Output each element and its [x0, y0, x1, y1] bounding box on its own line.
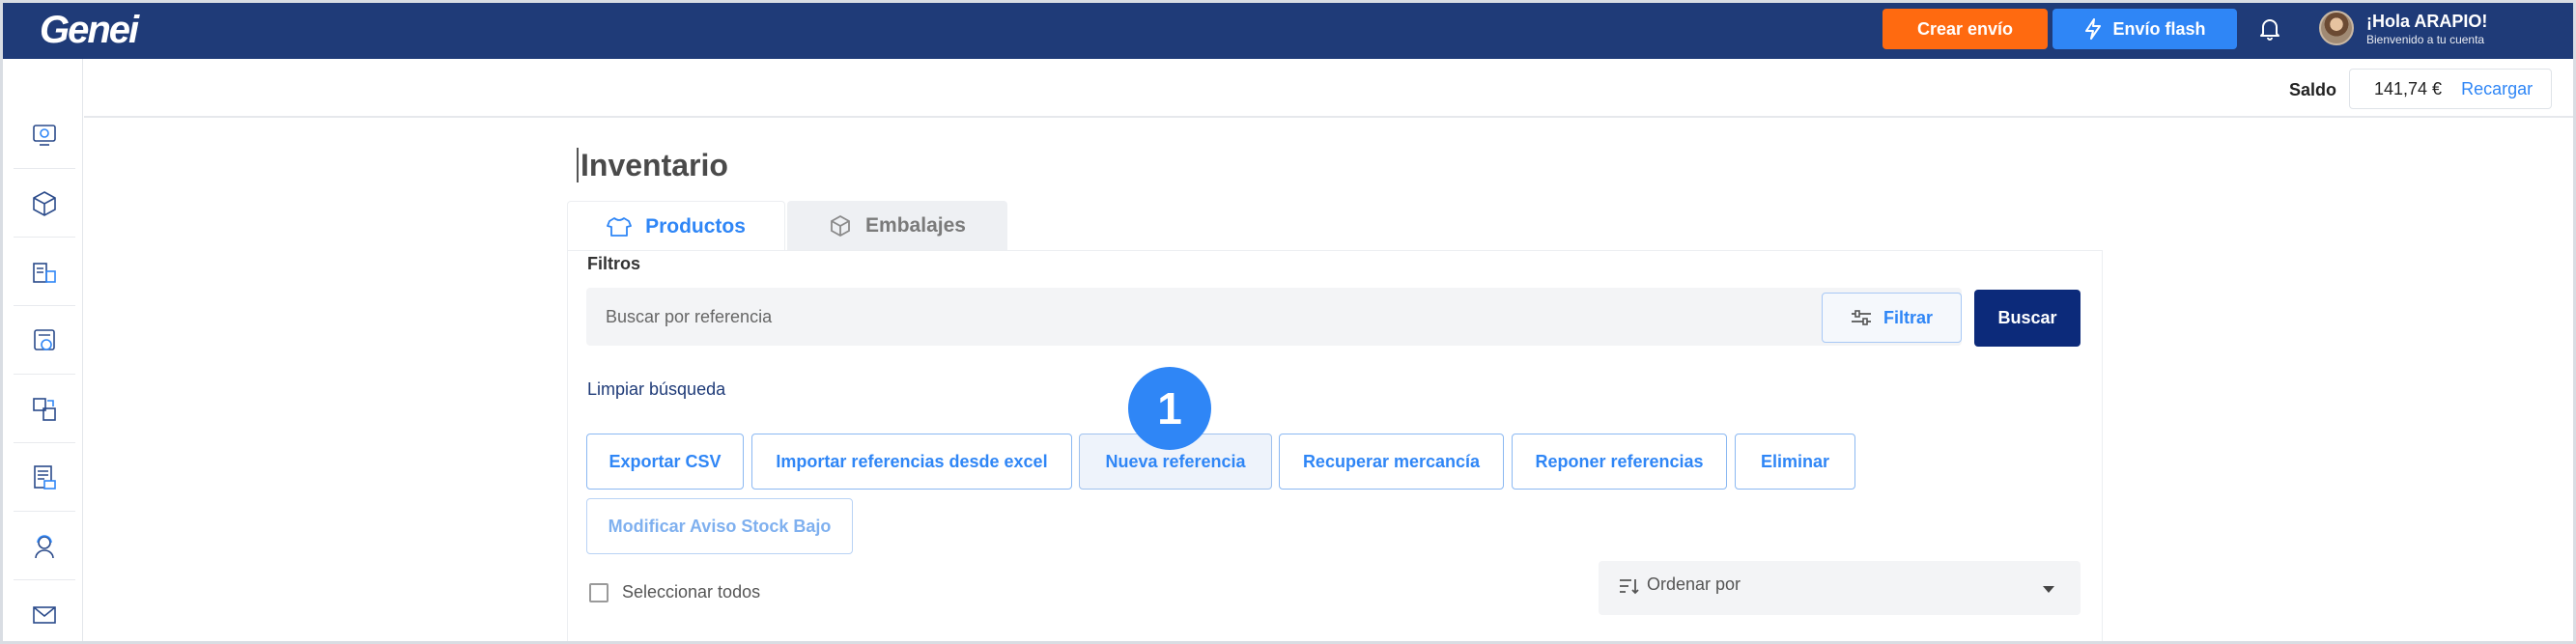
flash-shipment-label: Envío flash — [2112, 18, 2206, 39]
page-title: Inventario — [577, 148, 728, 182]
user-greeting[interactable]: ¡Hola ARAPIO! Bienvenido a tu cuenta — [2366, 11, 2487, 47]
restock-references-button[interactable]: Reponer referencias — [1512, 434, 1727, 490]
mail-icon — [33, 605, 56, 624]
tshirt-icon — [607, 216, 632, 237]
greeting-subtitle: Bienvenido a tu cuenta — [2366, 33, 2485, 46]
modify-low-stock-button[interactable]: Modificar Aviso Stock Bajo — [586, 498, 853, 554]
step-number-badge: 1 — [1128, 367, 1211, 450]
sliders-icon — [1851, 310, 1871, 325]
select-all-label: Seleccionar todos — [622, 582, 761, 602]
flash-shipment-button[interactable]: Envío flash — [2052, 9, 2237, 49]
package-icon — [831, 214, 850, 238]
chevron-down-icon — [2043, 586, 2054, 593]
order-by-label: Ordenar por — [1647, 574, 1741, 594]
greeting-title: ¡Hola ARAPIO! — [2366, 12, 2488, 31]
sidebar-item-tracking[interactable] — [14, 307, 75, 375]
sidebar-item-products[interactable] — [14, 170, 75, 238]
tab-embalajes[interactable]: Embalajes — [787, 201, 1007, 251]
clear-search-link[interactable]: Limpiar búsqueda — [587, 379, 725, 400]
dashboard-icon — [33, 124, 56, 146]
create-shipment-button[interactable]: Crear envío — [1882, 9, 2048, 49]
export-csv-button[interactable]: Exportar CSV — [586, 434, 744, 490]
import-excel-button[interactable]: Importar referencias desde excel — [751, 434, 1072, 490]
tab-productos[interactable]: Productos — [567, 201, 785, 251]
sidebar-item-messages[interactable] — [14, 581, 75, 641]
sidebar-item-invoices[interactable] — [14, 444, 75, 512]
balance-amount: 141,74 € — [2374, 78, 2443, 98]
filters-label: Filtros — [587, 254, 641, 273]
sort-icon — [1620, 579, 1639, 595]
tracking-icon — [34, 328, 55, 350]
search-input[interactable] — [606, 297, 1813, 336]
sidebar-item-support[interactable] — [14, 513, 75, 580]
inventory-icon — [33, 397, 56, 421]
balance-box: 141,74 € Recargar — [2349, 69, 2552, 109]
filter-button-label: Filtrar — [1882, 307, 1933, 327]
genei-logo[interactable]: Genei — [40, 7, 139, 53]
balance-label: Saldo — [2289, 80, 2337, 99]
tab-embalajes-label: Embalajes — [865, 214, 966, 237]
box-icon — [33, 190, 56, 216]
select-all-row[interactable]: Seleccionar todos — [589, 582, 760, 602]
app-frame: Genei Crear envío Envío flash ¡Hola ARAP… — [0, 0, 2576, 644]
sidebar-item-shipments[interactable] — [14, 238, 75, 306]
sidebar — [6, 59, 83, 641]
avatar[interactable] — [2319, 11, 2354, 45]
tab-productos-label: Productos — [645, 214, 746, 238]
sidebar-item-dashboard[interactable] — [14, 101, 75, 169]
recharge-link[interactable]: Recargar — [2461, 79, 2533, 99]
support-agent-icon — [35, 534, 54, 558]
notifications-bell-icon[interactable] — [2255, 14, 2284, 43]
recover-goods-button[interactable]: Recuperar mercancía — [1279, 434, 1504, 490]
balance-bar: Saldo 141,74 € Recargar — [84, 59, 2573, 118]
top-bar: Genei Crear envío Envío flash ¡Hola ARAP… — [3, 3, 2573, 59]
shipments-icon — [33, 262, 56, 283]
invoice-icon — [34, 464, 56, 490]
select-all-checkbox[interactable] — [589, 582, 609, 602]
lightning-icon — [2085, 18, 2102, 40]
filter-button[interactable]: Filtrar — [1822, 293, 1962, 343]
delete-button[interactable]: Eliminar — [1735, 434, 1855, 490]
search-button[interactable]: Buscar — [1974, 290, 2081, 347]
sidebar-item-inventory[interactable] — [14, 376, 75, 443]
